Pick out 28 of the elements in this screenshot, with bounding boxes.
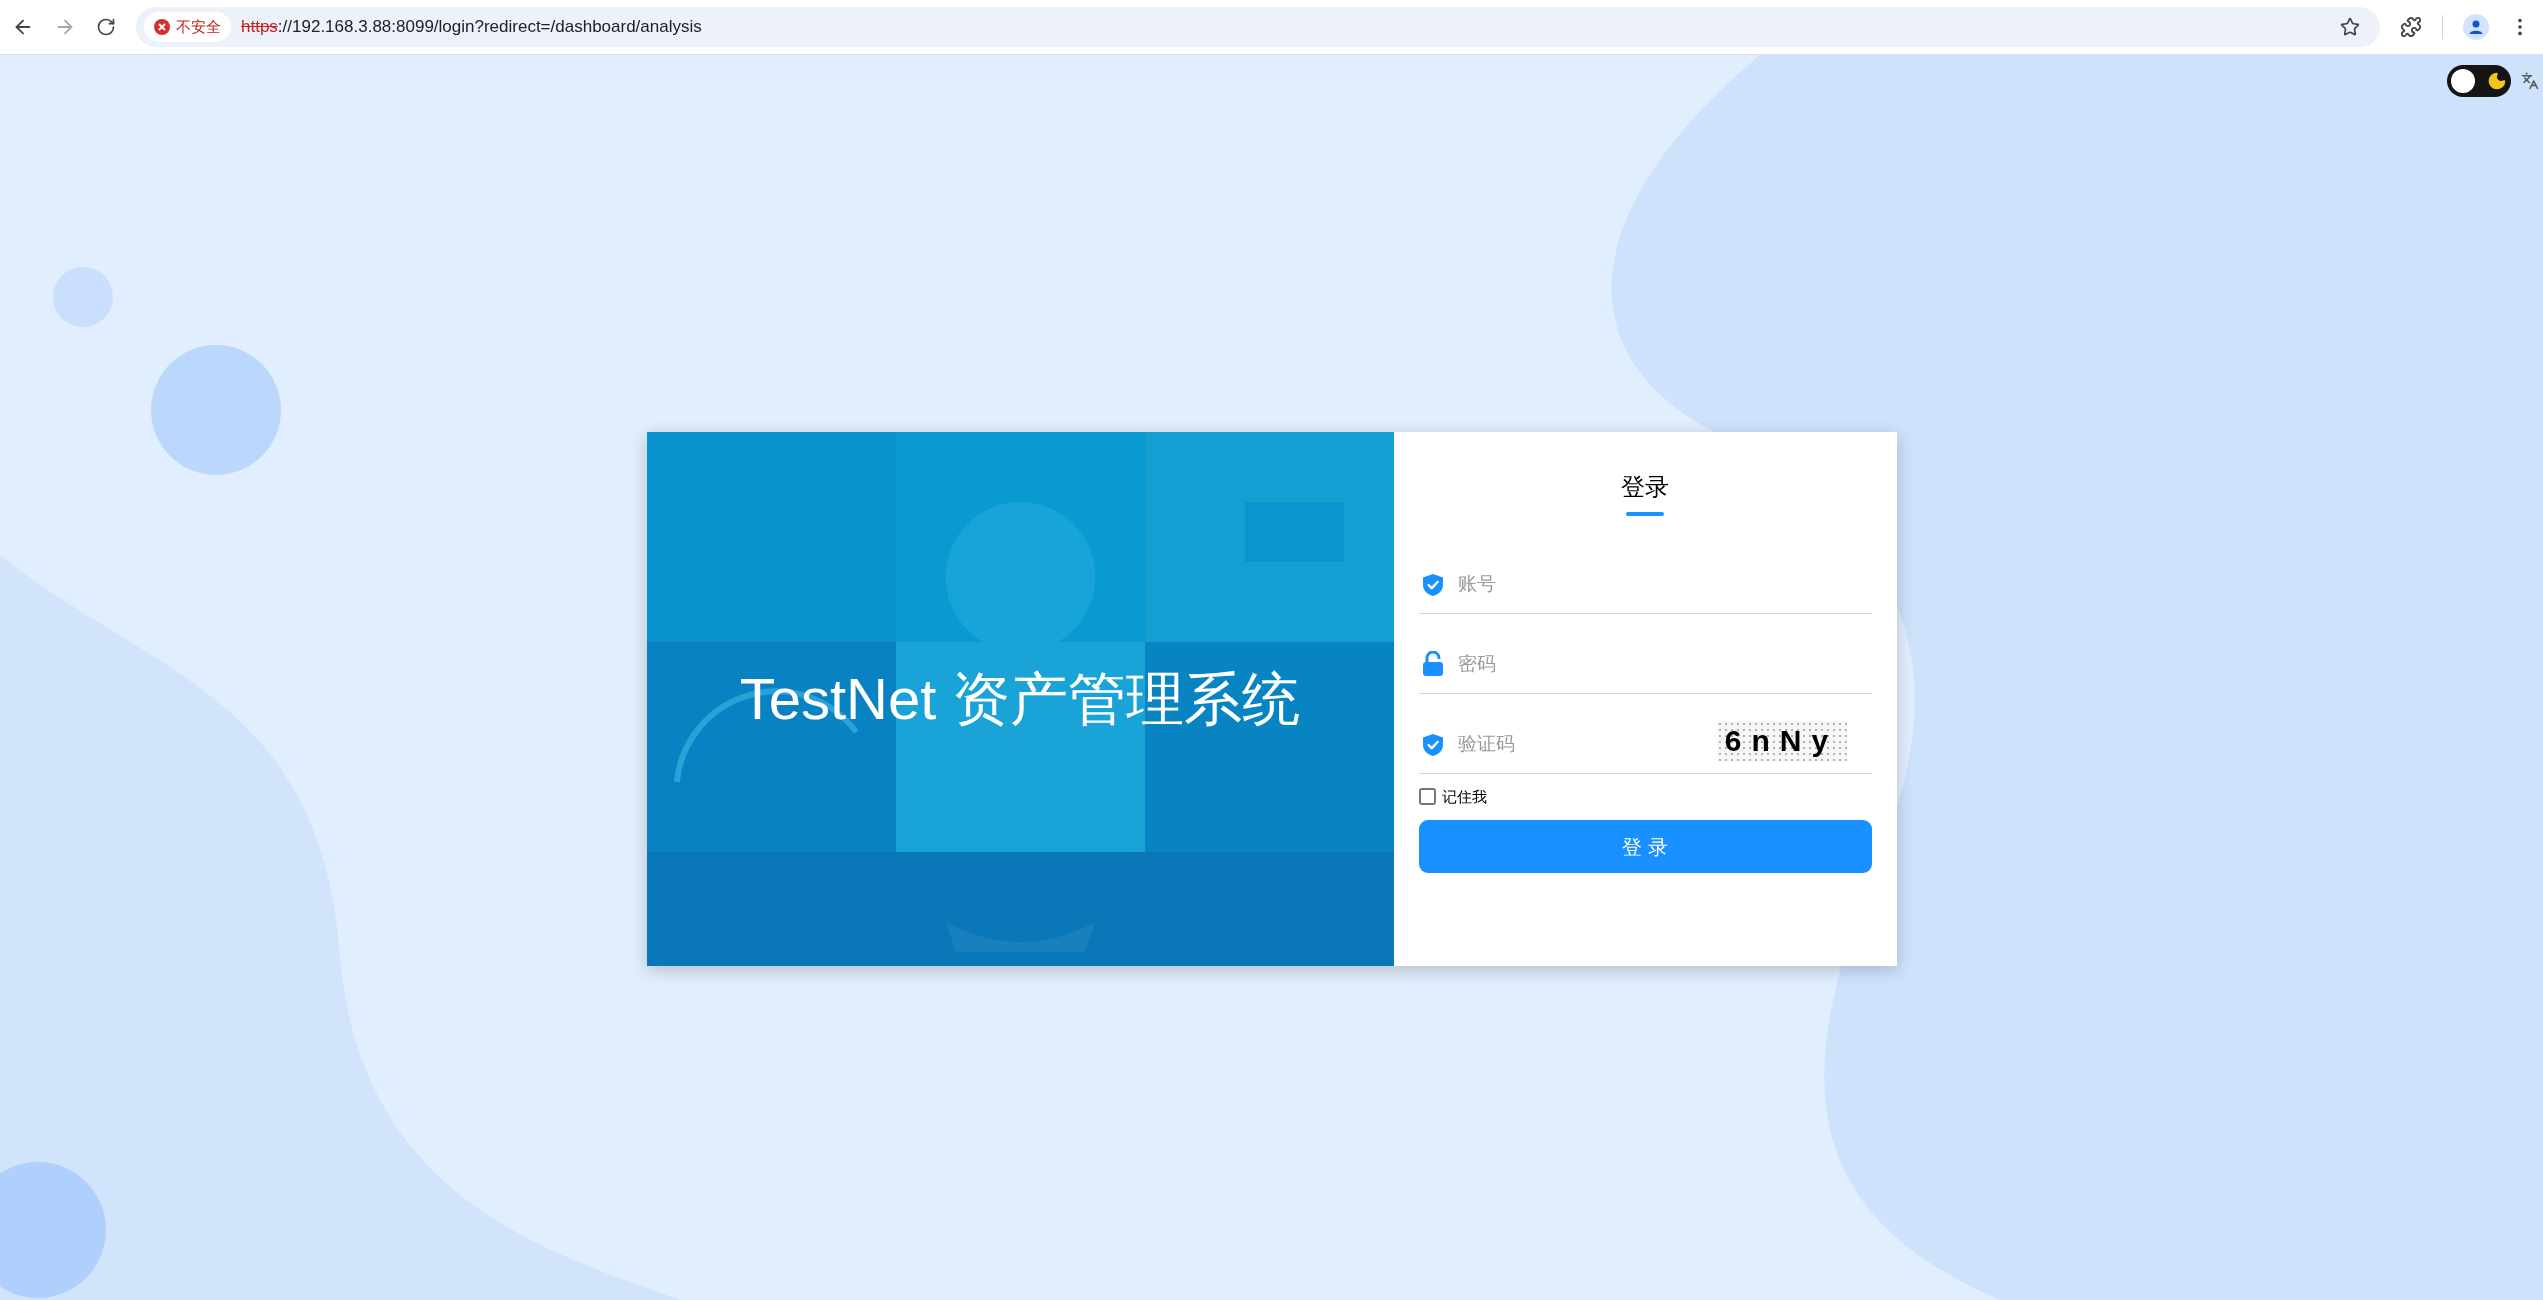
translate-icon[interactable] <box>2521 72 2539 90</box>
remember-checkbox[interactable] <box>1418 788 1436 806</box>
login-title: 登录 <box>1621 471 1669 502</box>
form-field[interactable]: 密码 <box>1418 613 1872 694</box>
form-field[interactable]: 账号 <box>1418 533 1872 614</box>
url-text: https://192.168.3.88:8099/login?redirect=/dashboard/analysis <box>241 16 702 39</box>
captcha-code[interactable]: 6nNy <box>1716 720 1847 761</box>
bookmark-star-icon[interactable] <box>2340 17 2360 37</box>
input-field[interactable]: 账号 <box>1457 566 1872 601</box>
input-field[interactable]: 密码 <box>1457 646 1872 681</box>
title-underline <box>1626 511 1664 516</box>
lock-icon <box>1421 650 1444 677</box>
form-field[interactable]: 验证码 6nNy <box>1418 693 1872 774</box>
background-circle <box>53 267 113 327</box>
extensions-icon[interactable] <box>2400 16 2422 38</box>
profile-avatar[interactable] <box>2463 14 2489 40</box>
warning-icon <box>154 19 170 35</box>
input-field[interactable]: 验证码 <box>1457 726 1703 761</box>
shield-check-icon <box>1421 732 1444 757</box>
security-label: 不安全 <box>176 16 221 37</box>
shield-check-icon <box>1421 572 1444 597</box>
security-chip[interactable]: 不安全 <box>144 12 231 42</box>
reload-icon[interactable] <box>96 17 116 37</box>
address-bar[interactable]: 不安全 https://192.168.3.88:8099/login?redirect=/dashboard/analysis <box>136 7 2380 47</box>
moon-icon <box>2487 71 2507 91</box>
remember-label: 记住我 <box>1441 786 1487 807</box>
dark-mode-toggle[interactable] <box>2447 65 2511 97</box>
system-title: TestNet 资产管理系统 <box>739 665 1301 733</box>
